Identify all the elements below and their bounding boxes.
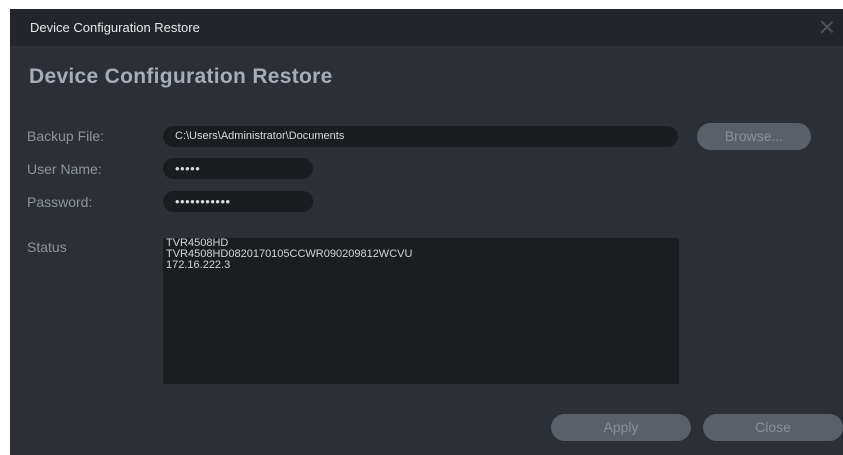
password-field[interactable]: •••••••••••: [163, 191, 313, 212]
status-output: TVR4508HD TVR4508HD0820170105CCWR0902098…: [163, 238, 679, 384]
close-button[interactable]: Close: [703, 414, 843, 441]
browse-button[interactable]: Browse...: [697, 123, 811, 150]
backup-file-field[interactable]: C:\Users\Administrator\Documents: [163, 126, 678, 147]
apply-button[interactable]: Apply: [551, 414, 691, 441]
backup-file-label: Backup File:: [27, 128, 105, 144]
device-configuration-restore-dialog: Device Configuration Restore Device Conf…: [10, 9, 843, 455]
window-title: Device Configuration Restore: [30, 20, 200, 35]
status-line-serial: TVR4508HD0820170105CCWR090209812WCVU: [166, 248, 413, 260]
status-label: Status: [27, 239, 67, 255]
user-name-label: User Name:: [27, 161, 102, 177]
page-title: Device Configuration Restore: [29, 65, 333, 88]
password-label: Password:: [27, 194, 93, 210]
title-bar[interactable]: Device Configuration Restore: [10, 9, 843, 46]
user-name-field[interactable]: •••••: [163, 158, 313, 179]
close-icon[interactable]: [817, 17, 837, 37]
status-line-ip: 172.16.222.3: [166, 259, 231, 271]
